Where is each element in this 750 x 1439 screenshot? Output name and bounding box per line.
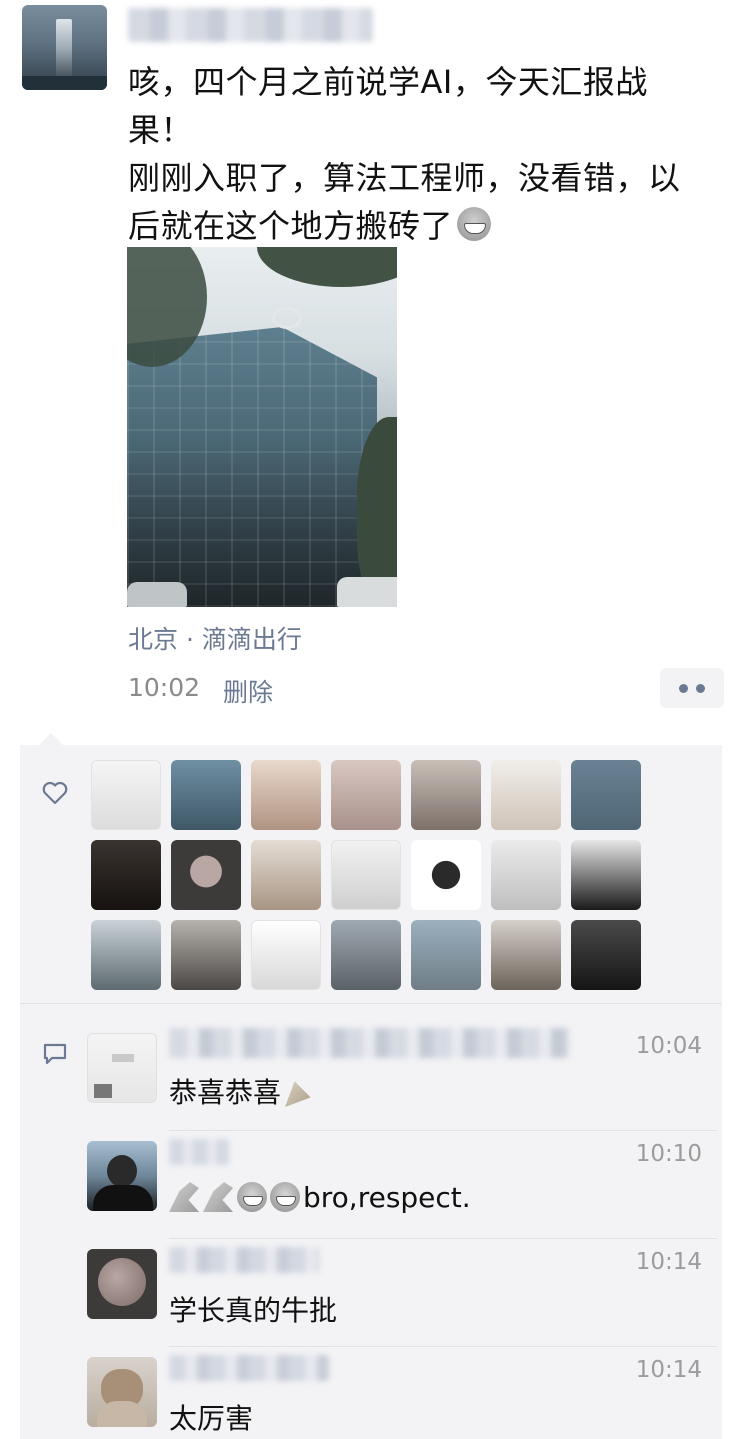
comment-item[interactable]: 10:04 恭喜恭喜 bbox=[87, 1028, 717, 1133]
liker-avatar[interactable] bbox=[91, 920, 161, 990]
post-text-line-4: 后就在这个地方搬砖了 bbox=[128, 207, 454, 245]
post-text-line: 咳，四个月之前说学AI，今天汇报战 bbox=[128, 63, 648, 101]
liker-avatar[interactable] bbox=[91, 840, 161, 910]
praying-hands-icon bbox=[169, 1182, 199, 1212]
commenter-avatar[interactable] bbox=[87, 1033, 157, 1103]
grin-emoji-icon bbox=[270, 1182, 300, 1212]
comment-separator bbox=[169, 1346, 717, 1347]
heart-outline-icon bbox=[42, 781, 68, 805]
comment-time: 10:14 bbox=[635, 1357, 702, 1383]
liker-avatar[interactable] bbox=[491, 920, 561, 990]
liker-avatar[interactable] bbox=[331, 840, 401, 910]
post-text: 咳，四个月之前说学AI，今天汇报战 果！ 刚刚入职了，算法工程师，没看错，以 后… bbox=[128, 58, 728, 250]
comment-text: 太厉害 bbox=[169, 1402, 254, 1435]
comment-separator bbox=[169, 1130, 717, 1131]
building-logo bbox=[272, 307, 302, 329]
post-text-line: 刚刚入职了，算法工程师，没看错，以 bbox=[128, 159, 681, 197]
commenter-avatar[interactable] bbox=[87, 1357, 157, 1427]
comment-item[interactable]: 10:10 bro,respect. bbox=[87, 1139, 717, 1241]
liker-avatar[interactable] bbox=[171, 760, 241, 830]
liker-avatar[interactable] bbox=[491, 840, 561, 910]
liker-avatar[interactable] bbox=[411, 840, 481, 910]
comment-text: bro,respect. bbox=[169, 1181, 471, 1214]
comment-item[interactable]: 10:14 学长真的牛批 bbox=[87, 1247, 717, 1349]
commenter-name-blurred[interactable] bbox=[169, 1028, 569, 1058]
post-photo[interactable] bbox=[127, 247, 397, 607]
liker-avatar[interactable] bbox=[171, 840, 241, 910]
post-text-line: 果！ bbox=[128, 111, 194, 149]
praying-hands-icon bbox=[203, 1182, 233, 1212]
building-shape bbox=[127, 327, 377, 607]
liker-avatar[interactable] bbox=[91, 760, 161, 830]
liker-avatar[interactable] bbox=[491, 760, 561, 830]
liker-avatar[interactable] bbox=[571, 920, 641, 990]
liker-avatar[interactable] bbox=[251, 760, 321, 830]
avatar-tower-shape bbox=[56, 19, 72, 81]
comment-time: 10:10 bbox=[635, 1141, 702, 1167]
post-location[interactable]: 北京 · 滴滴出行 bbox=[128, 620, 302, 656]
liker-avatar[interactable] bbox=[411, 920, 481, 990]
grin-emoji-icon bbox=[457, 207, 492, 241]
comment-text: 恭喜恭喜 bbox=[169, 1071, 317, 1111]
commenter-name-blurred[interactable] bbox=[169, 1355, 329, 1381]
post-text-line: 后就在这个地方搬砖了 bbox=[128, 202, 728, 250]
comment-time: 10:04 bbox=[635, 1033, 702, 1059]
liker-avatar[interactable] bbox=[331, 760, 401, 830]
commenter-avatar[interactable] bbox=[87, 1141, 157, 1211]
party-popper-icon bbox=[285, 1081, 311, 1107]
dot-icon bbox=[696, 683, 705, 693]
dot-icon bbox=[679, 683, 688, 693]
comment-item[interactable]: 10:14 太厉害 bbox=[87, 1355, 717, 1439]
comment-text-content: 恭喜恭喜 bbox=[169, 1076, 282, 1109]
liker-avatar[interactable] bbox=[331, 920, 401, 990]
divider bbox=[20, 1003, 722, 1004]
comment-bubble-icon bbox=[43, 1043, 67, 1065]
liker-avatar[interactable] bbox=[251, 920, 321, 990]
liker-avatar[interactable] bbox=[251, 840, 321, 910]
liker-avatar[interactable] bbox=[411, 760, 481, 830]
author-avatar[interactable] bbox=[22, 5, 107, 90]
comment-text: 学长真的牛批 bbox=[169, 1294, 338, 1327]
more-actions-button[interactable] bbox=[660, 668, 724, 708]
liker-avatar[interactable] bbox=[571, 840, 641, 910]
liker-avatar[interactable] bbox=[171, 920, 241, 990]
delete-button[interactable]: 删除 bbox=[223, 673, 273, 709]
post-time: 10:02 bbox=[128, 673, 201, 702]
comment-text-content: bro,respect. bbox=[303, 1181, 471, 1214]
commenter-avatar[interactable] bbox=[87, 1249, 157, 1319]
author-name-blurred[interactable] bbox=[128, 8, 373, 42]
grin-emoji-icon bbox=[237, 1182, 267, 1212]
commenter-name-blurred[interactable] bbox=[169, 1139, 229, 1165]
commenter-name-blurred[interactable] bbox=[169, 1247, 319, 1273]
liker-avatar[interactable] bbox=[571, 760, 641, 830]
comment-time: 10:14 bbox=[635, 1249, 702, 1275]
comment-separator bbox=[169, 1238, 717, 1239]
